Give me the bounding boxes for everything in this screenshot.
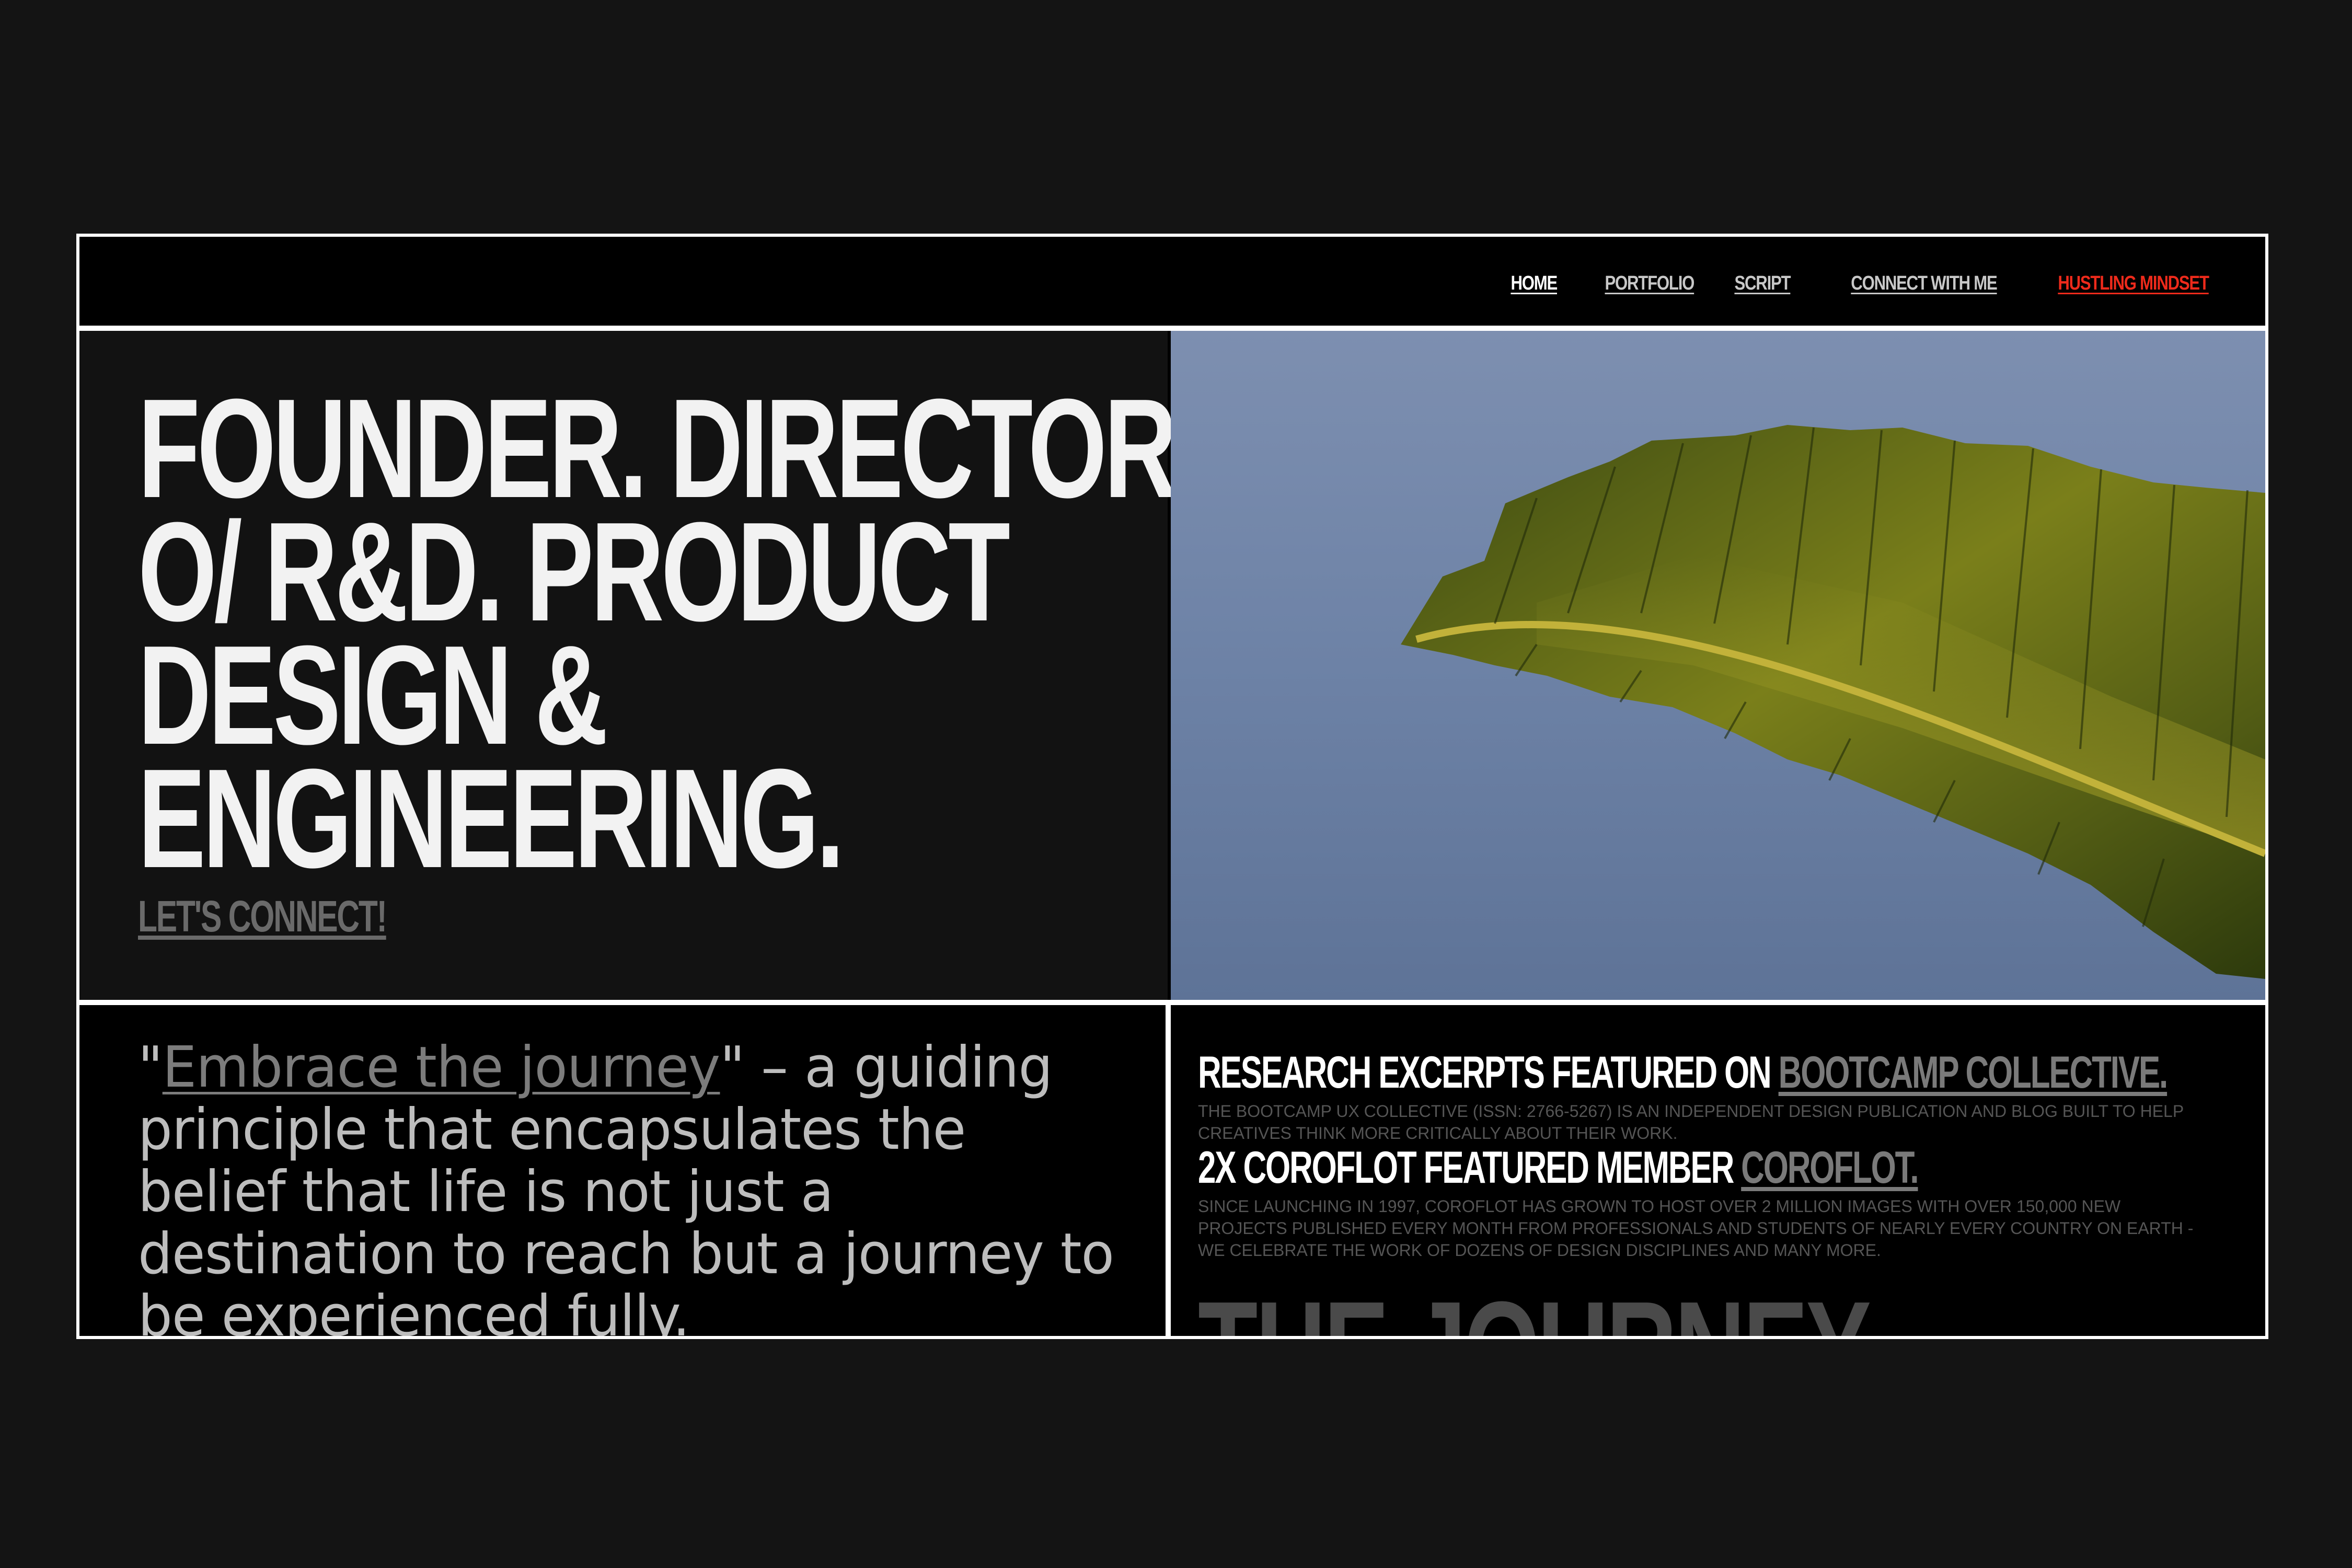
nav-portfolio[interactable]: PORTFOLIO — [1605, 272, 1695, 295]
hero-section: FOUNDER. DIRECTOR O/ R&D. PRODUCT DESIGN… — [79, 331, 1178, 1000]
leaf-image-icon — [1401, 425, 2265, 979]
research-feature-title: RESEARCH EXCERPTS FEATURED ON BOOTCAMP C… — [1198, 1047, 2169, 1099]
nav-script[interactable]: SCRIPT — [1735, 272, 1791, 295]
coroflot-link[interactable]: COROFLOT. — [1741, 1143, 1919, 1193]
quote-close-mark: " — [720, 1035, 745, 1100]
headline-line: O/ R&D. PRODUCT — [138, 493, 1010, 651]
features-panel: RESEARCH EXCERPTS FEATURED ON BOOTCAMP C… — [1171, 1005, 2265, 1336]
quote-open-mark: " — [138, 1035, 163, 1100]
headline-line: FOUNDER. DIRECTOR — [138, 370, 1178, 527]
coroflot-feature-title: 2X COROFLOT FEATURED MEMBER COROFLOT. — [1198, 1142, 1919, 1194]
nav-home[interactable]: HOME — [1511, 272, 1558, 295]
page-frame: HOME PORTFOLIO SCRIPT CONNECT WITH ME HU… — [76, 234, 2268, 1339]
embrace-the-journey-link[interactable]: Embrace the journey — [163, 1035, 721, 1100]
headline-line: ENGINEERING. — [138, 740, 845, 897]
the-journey-heading: THE JOURNEY — [1198, 1272, 1871, 1336]
research-feature-label: RESEARCH EXCERPTS FEATURED ON — [1198, 1047, 1779, 1098]
banana-leaf-photo — [1171, 331, 2265, 1000]
bootcamp-collective-link[interactable]: BOOTCAMP COLLECTIVE. — [1779, 1047, 2169, 1098]
philosophy-quote: "Embrace the journey" – a guiding princi… — [138, 1035, 1122, 1336]
column-divider — [1166, 1005, 1171, 1336]
lets-connect-link[interactable]: LET'S CONNECT! — [138, 891, 387, 942]
nav-connect-with-me[interactable]: CONNECT WITH ME — [1851, 272, 1998, 295]
coroflot-feature-label: 2X COROFLOT FEATURED MEMBER — [1198, 1143, 1742, 1193]
coroflot-feature-description: SINCE LAUNCHING IN 1997, COROFLOT HAS GR… — [1198, 1197, 2194, 1260]
nav-hustling-mindset[interactable]: HUSTLING MINDSET — [2058, 272, 2210, 295]
hero-headline: FOUNDER. DIRECTOR O/ R&D. PRODUCT DESIGN… — [138, 370, 1178, 897]
section-divider — [79, 1000, 2265, 1005]
top-nav: HOME PORTFOLIO SCRIPT CONNECT WITH ME HU… — [79, 237, 2265, 331]
headline-line: DESIGN & — [138, 617, 608, 774]
research-feature-description: THE BOOTCAMP UX COLLECTIVE (ISSN: 2766-5… — [1198, 1102, 2184, 1143]
nav-links: HOME PORTFOLIO SCRIPT CONNECT WITH ME HU… — [1501, 272, 2210, 295]
